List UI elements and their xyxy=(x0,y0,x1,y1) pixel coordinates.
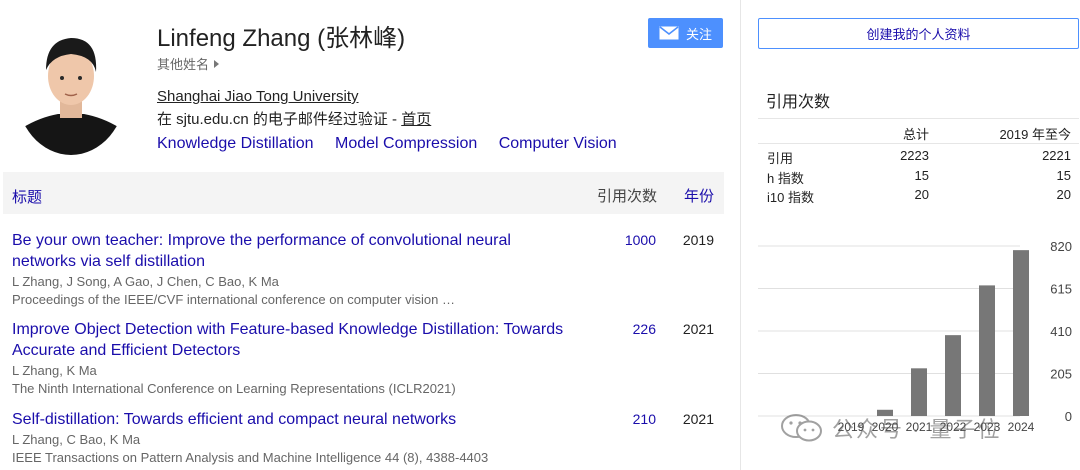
topic-link[interactable]: Model Compression xyxy=(335,135,477,152)
watermark-text: 公众号 · 量子位 xyxy=(832,417,1002,442)
stats-since-value: 2221 xyxy=(1042,148,1071,163)
stats-since-value: 20 xyxy=(1056,187,1071,202)
research-topics: Knowledge Distillation Model Compression… xyxy=(157,135,634,153)
publication-year: 2019 xyxy=(682,232,714,248)
publication-year: 2021 xyxy=(682,321,714,337)
publication-title-link[interactable]: Be your own teacher: Improve the perform… xyxy=(12,230,572,272)
stats-label: i10 指数 xyxy=(767,190,814,205)
cited-count-link[interactable]: 226 xyxy=(633,319,656,340)
bar[interactable] xyxy=(911,368,927,416)
publication-authors: L Zhang, C Bao, K Ma xyxy=(12,432,141,447)
create-profile-button[interactable]: 创建我的个人资料 xyxy=(758,18,1079,49)
publication-venue: IEEE Transactions on Pattern Analysis an… xyxy=(12,450,489,465)
column-all: 总计 xyxy=(902,127,929,142)
cited-count-link[interactable]: 210 xyxy=(633,409,656,430)
y-tick-label: 205 xyxy=(1050,367,1072,382)
watermark: 公众号 · 量子位 xyxy=(780,412,1050,444)
sort-by-title[interactable]: 标题 xyxy=(12,186,42,207)
stats-all-value: 20 xyxy=(914,187,929,202)
profile-name: Linfeng Zhang (张林峰) xyxy=(157,25,406,52)
verified-email-line: 在 sjtu.edu.cn 的电子邮件经过验证 - 首页 xyxy=(157,108,431,129)
other-names-label: 其他姓名 xyxy=(157,57,210,72)
wechat-icon xyxy=(781,414,822,442)
stats-row-i10-index: i10 指数 20 20 xyxy=(758,183,1079,205)
publication-authors: L Zhang, J Song, A Gao, J Chen, C Bao, K… xyxy=(12,274,279,289)
follow-button[interactable]: 关注 xyxy=(648,18,723,48)
cited-by-heading: 引用次数 xyxy=(766,94,831,111)
y-tick-label: 410 xyxy=(1050,324,1072,339)
follow-label: 关注 xyxy=(685,26,712,42)
y-tick-label: 0 xyxy=(1065,409,1072,424)
publication-table-header: 标题 引用次数 年份 xyxy=(3,172,724,214)
bar[interactable] xyxy=(1013,250,1029,416)
publication-title-link[interactable]: Improve Object Detection with Feature-ba… xyxy=(12,319,572,361)
bar[interactable] xyxy=(979,285,995,416)
column-since: 2019 年至今 xyxy=(999,127,1071,142)
main-column: Linfeng Zhang (张林峰) 其他姓名 Shanghai Jiao T… xyxy=(0,0,740,470)
publication-year: 2021 xyxy=(682,411,714,427)
topic-link[interactable]: Computer Vision xyxy=(499,135,617,152)
affiliation-link[interactable]: Shanghai Jiao Tong University xyxy=(157,88,359,105)
caret-right-icon xyxy=(214,60,220,68)
stats-header: 总计 2019 年至今 xyxy=(758,118,1079,144)
bar[interactable] xyxy=(945,335,961,416)
stats-all-value: 15 xyxy=(914,167,929,183)
stats-row-h-index: h 指数 15 15 xyxy=(758,164,1079,186)
citation-stats-table: 总计 2019 年至今 引用 2223 2221 h 指数 15 15 i10 … xyxy=(758,118,1079,205)
homepage-link[interactable]: 首页 xyxy=(401,111,431,128)
table-row: Improve Object Detection with Feature-ba… xyxy=(12,319,724,398)
publication-title-link[interactable]: Self-distillation: Towards efficient and… xyxy=(12,409,572,430)
y-tick-label: 820 xyxy=(1050,239,1072,254)
topic-link[interactable]: Knowledge Distillation xyxy=(157,135,314,152)
y-tick-label: 615 xyxy=(1050,282,1072,297)
cited-count-link[interactable]: 1000 xyxy=(625,230,656,251)
stats-since-value: 15 xyxy=(1056,167,1071,183)
sort-by-year[interactable]: 年份 xyxy=(684,185,714,206)
publication-venue: Proceedings of the IEEE/CVF internationa… xyxy=(12,292,455,307)
publication-venue: The Ninth International Conference on Le… xyxy=(12,381,456,396)
table-row: Self-distillation: Towards efficient and… xyxy=(12,409,724,467)
other-names-toggle[interactable]: 其他姓名 xyxy=(157,54,220,73)
sort-by-cited[interactable]: 引用次数 xyxy=(597,185,657,206)
mail-icon xyxy=(659,26,679,40)
verified-text: 在 sjtu.edu.cn 的电子邮件经过验证 - xyxy=(157,111,402,128)
table-row: Be your own teacher: Improve the perform… xyxy=(12,230,724,309)
publication-authors: L Zhang, K Ma xyxy=(12,363,97,378)
avatar xyxy=(16,20,126,155)
sidebar: 创建我的个人资料 引用次数 总计 2019 年至今 引用 2223 2221 h… xyxy=(741,0,1080,470)
stats-all-value: 2223 xyxy=(900,148,929,163)
stats-row-citations: 引用 2223 2221 xyxy=(758,144,1079,166)
